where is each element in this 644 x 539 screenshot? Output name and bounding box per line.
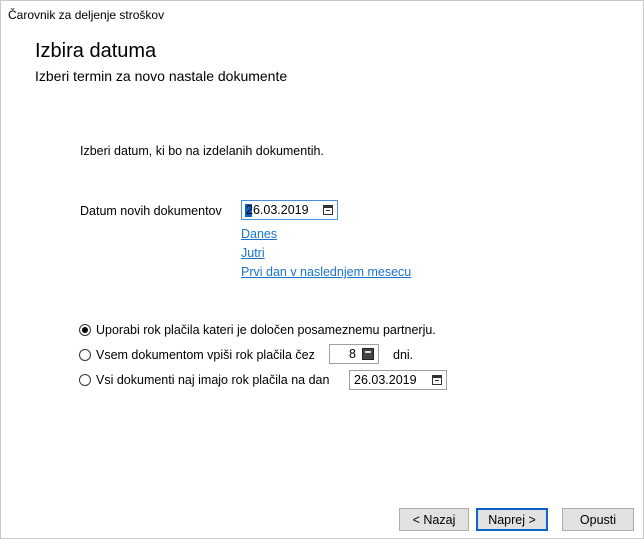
days-terms-option[interactable]: Vsem dokumentom vpiši rok plačila čez [79, 348, 315, 362]
days-stepper[interactable]: 8 [329, 344, 379, 364]
calendar-icon[interactable] [323, 205, 333, 215]
fixed-date-radio[interactable] [79, 374, 91, 386]
document-date-input[interactable]: 26.03.2019 [241, 200, 338, 220]
days-value: 8 [349, 347, 356, 361]
days-terms-label: Vsem dokumentom vpiši rok plačila čez [96, 348, 315, 362]
document-date-label: Datum novih dokumentov [80, 204, 222, 218]
page-title: Izbira datuma [35, 40, 157, 62]
partner-terms-label: Uporabi rok plačila kateri je določen po… [96, 323, 436, 337]
fixed-date-label: Vsi dokumenti naj imajo rok plačila na d… [96, 373, 330, 387]
next-button[interactable]: Naprej > [476, 508, 548, 531]
document-date-value: 26.03.2019 [246, 203, 309, 217]
intro-text: Izberi datum, ki bo na izdelanih dokumen… [80, 144, 324, 158]
calculator-icon[interactable] [362, 348, 374, 360]
first-of-next-month-link[interactable]: Prvi dan v naslednjem mesecu [241, 265, 411, 279]
today-link[interactable]: Danes [241, 227, 277, 241]
fixed-date-option[interactable]: Vsi dokumenti naj imajo rok plačila na d… [79, 373, 329, 387]
back-button[interactable]: < Nazaj [399, 508, 469, 531]
fixed-date-value: 26.03.2019 [354, 373, 417, 387]
tomorrow-link[interactable]: Jutri [241, 246, 265, 260]
fixed-date-input[interactable]: 26.03.2019 [349, 370, 447, 390]
days-terms-radio[interactable] [79, 349, 91, 361]
days-suffix: dni. [393, 348, 414, 362]
page-subtitle: Izberi termin za novo nastale dokumente [35, 68, 288, 84]
window-title: Čarovnik za deljenje stroškov [8, 8, 165, 22]
partner-terms-radio[interactable] [79, 324, 91, 336]
cancel-button[interactable]: Opusti [562, 508, 634, 531]
calendar-icon[interactable] [432, 375, 442, 385]
partner-terms-option[interactable]: Uporabi rok plačila kateri je določen po… [79, 323, 436, 337]
